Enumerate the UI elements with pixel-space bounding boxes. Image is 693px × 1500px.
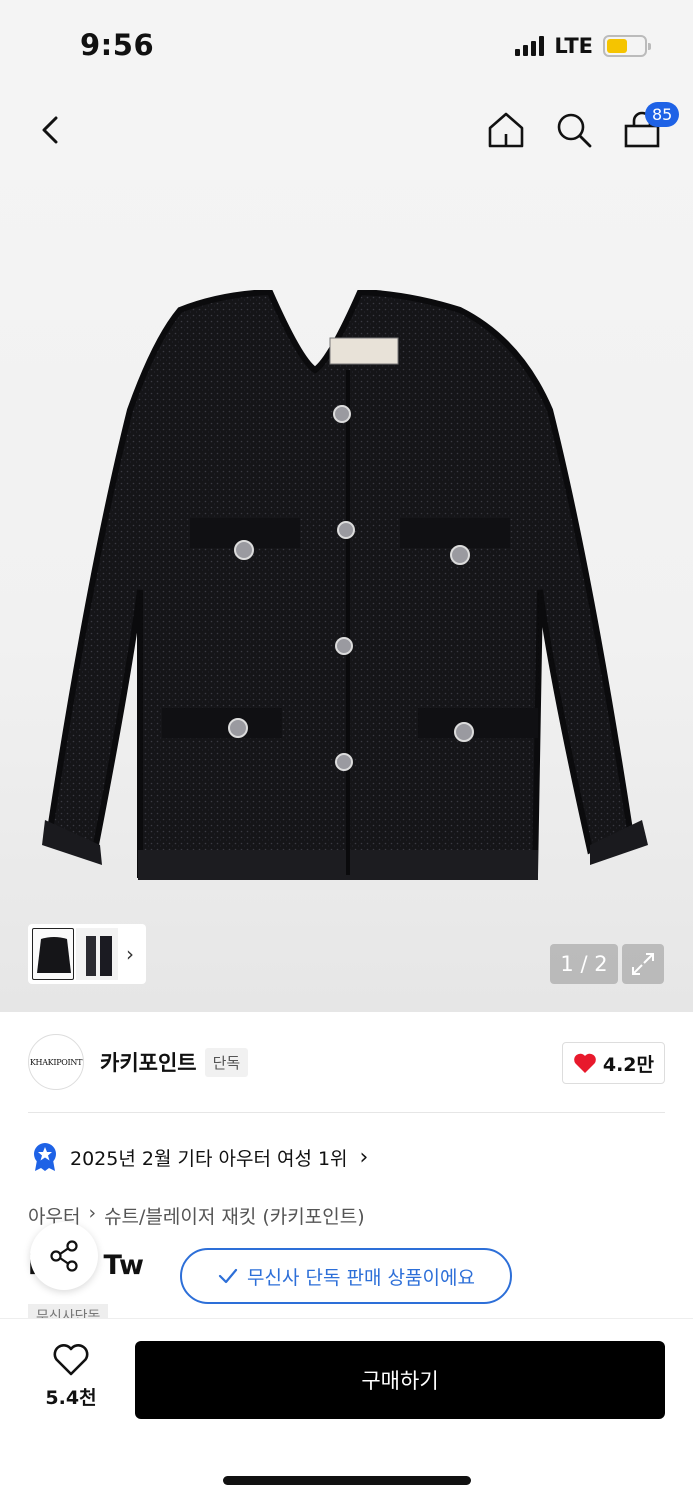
brand-like-count: 4.2만 xyxy=(602,1053,654,1076)
heart-outline-icon xyxy=(53,1344,89,1376)
rank-badge-icon xyxy=(34,1143,56,1171)
thumbnail-strip[interactable]: › xyxy=(28,924,146,984)
bottom-action-bar: 5.4천 구매하기 xyxy=(0,1318,693,1500)
share-icon xyxy=(50,1240,78,1272)
ranking-link[interactable]: 2025년 2월 기타 아우터 여성 1위 › xyxy=(32,1142,368,1172)
cart-button[interactable]: 85 xyxy=(621,102,680,152)
exclusive-notice-text: 무신사 단독 판매 상품이에요 xyxy=(247,1266,475,1289)
brand-logo[interactable]: KHAKIPOINT xyxy=(28,1034,84,1090)
home-button[interactable] xyxy=(485,108,527,152)
brand-like-button[interactable]: 4.2만 xyxy=(561,1042,665,1084)
exclusive-tag: 무신사단독 xyxy=(28,1304,109,1318)
share-button[interactable] xyxy=(30,1222,98,1290)
brand-logo-text: KHAKIPOINT xyxy=(29,1057,83,1067)
page-indicator: 1 / 2 xyxy=(550,944,618,984)
product-gallery[interactable]: 85 › 1 / 2 xyxy=(0,92,693,1012)
battery-icon xyxy=(603,35,651,57)
breadcrumb-item-suit[interactable]: 슈트/블레이저 재킷 (카키포인트) xyxy=(104,1202,365,1229)
heart-filled-icon xyxy=(574,1053,596,1073)
home-icon xyxy=(488,112,524,148)
search-icon xyxy=(557,113,592,148)
thumbnail-jacket-image xyxy=(37,937,71,973)
home-indicator xyxy=(223,1476,471,1485)
chevron-right-icon[interactable]: › xyxy=(126,942,134,966)
ranking-text: 2025년 2월 기타 아우터 여성 1위 xyxy=(70,1147,348,1170)
cart-count-badge: 85 xyxy=(645,102,680,127)
exclusive-notice-pill: 무신사 단독 판매 상품이에요 xyxy=(180,1248,512,1304)
wishlist-count: 5.4천 xyxy=(45,1387,97,1409)
brand-exclusive-tag: 단독 xyxy=(204,1047,249,1077)
expand-button[interactable] xyxy=(622,944,664,984)
chevron-right-icon: › xyxy=(359,1144,369,1170)
thumbnail-front[interactable] xyxy=(32,928,74,980)
header-actions: 85 xyxy=(485,102,680,152)
thumbnail-model[interactable] xyxy=(76,928,118,980)
divider xyxy=(28,1112,665,1113)
thumbnail-model-image xyxy=(86,936,112,976)
chevron-right-icon: › xyxy=(88,1202,97,1224)
status-bar: 9:56 LTE xyxy=(0,0,693,92)
network-label: LTE xyxy=(554,34,593,58)
wishlist-button[interactable]: 5.4천 xyxy=(28,1343,114,1410)
product-image xyxy=(42,290,648,880)
status-indicators: LTE xyxy=(515,34,651,58)
brand-name[interactable]: 카키포인트 xyxy=(100,1047,197,1077)
buy-button[interactable]: 구매하기 xyxy=(135,1341,665,1419)
back-button[interactable] xyxy=(32,108,72,152)
signal-icon xyxy=(515,36,545,56)
chevron-left-icon xyxy=(42,116,58,144)
check-icon xyxy=(218,1268,238,1284)
expand-icon xyxy=(632,953,654,975)
brand-row[interactable]: KHAKIPOINT 카키포인트 단독 4.2만 xyxy=(28,1034,665,1090)
search-button[interactable] xyxy=(553,108,595,152)
status-time: 9:56 xyxy=(80,28,155,62)
